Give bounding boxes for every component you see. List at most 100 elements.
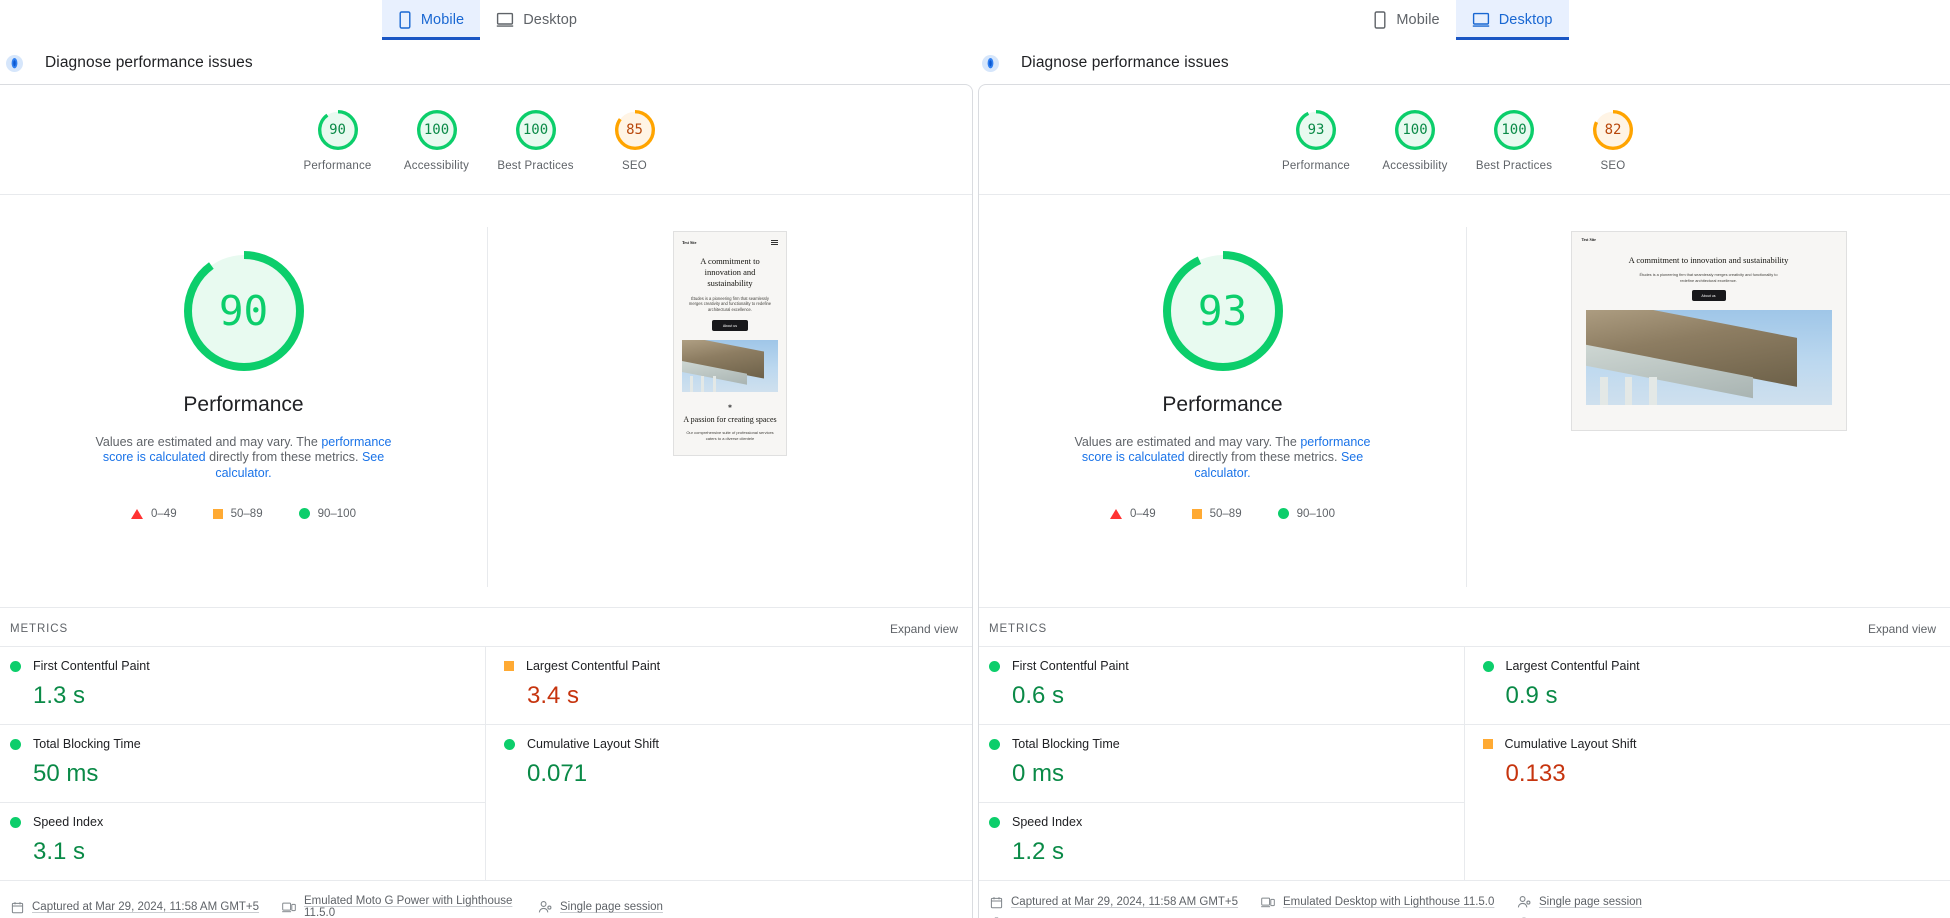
gauge-ring: 82 [1593, 110, 1633, 150]
report-footer: Captured at Mar 29, 2024, 11:58 AM GMT+5… [0, 880, 972, 918]
performance-score: 93 [1197, 287, 1248, 335]
thumbnail-body-2: Our comprehensive suite of professional … [686, 430, 774, 442]
tab-mobile[interactable]: Mobile [1357, 0, 1455, 40]
legend-label: 50–89 [230, 507, 263, 520]
gauge-ring: 93 [1296, 110, 1336, 150]
gauge-label: SEO [1600, 160, 1626, 172]
score-gauge-seo[interactable]: 82 SEO [1564, 110, 1663, 172]
metrics-column-left: First Contentful Paint 0.6 s Total Block… [979, 646, 1465, 880]
metrics-header: METRICS Expand view [979, 608, 1950, 646]
footer-text: Emulated Desktop with Lighthouse 11.5.0 [1283, 896, 1495, 908]
expand-view-button[interactable]: Expand view [890, 622, 958, 636]
score-gauge-best-practices[interactable]: 100 Best Practices [1465, 110, 1564, 172]
metric-value: 0.133 [1505, 760, 1566, 787]
expand-view-button[interactable]: Expand view [1868, 622, 1936, 636]
tab-label: Mobile [1396, 12, 1440, 28]
performance-title: Performance [1162, 393, 1283, 416]
metric-item[interactable]: Total Blocking Time 0 ms [979, 724, 1464, 802]
score-gauge-performance[interactable]: 90 Performance [288, 110, 387, 172]
footer-text: Single page session [1539, 896, 1642, 908]
metric-name: Largest Contentful Paint [526, 659, 661, 673]
footer-row: Captured at Mar 29, 2024, 11:58 AM GMT+5… [989, 891, 1950, 913]
footer-item[interactable]: Single page session [538, 891, 972, 918]
gauge-ring: 85 [614, 110, 655, 150]
footer-text: Captured at Mar 29, 2024, 11:58 AM GMT+5 [32, 901, 260, 913]
footer-item[interactable]: Captured at Mar 29, 2024, 11:58 AM GMT+5 [10, 891, 282, 918]
footer-item[interactable]: Using HeadlessChromium 122.0.6261.94 wit… [1517, 913, 1950, 918]
metric-item[interactable]: First Contentful Paint 0.6 s [979, 646, 1464, 724]
tab-mobile[interactable]: Mobile [381, 0, 481, 40]
gauge-label: Accessibility [403, 160, 470, 172]
metric-item[interactable]: Cumulative Layout Shift 0.133 [1464, 724, 1950, 802]
thumbnail-body: Études is a pioneering firm that seamles… [1639, 272, 1778, 283]
gauge-score: 85 [626, 122, 643, 138]
report-panel-desktop: Mobile Desktop Diagnose performance issu… [975, 0, 1950, 918]
thumbnail-cta-button: About us [1691, 290, 1726, 302]
score-gauge-accessibility[interactable]: 100 Accessibility [387, 110, 486, 172]
metric-value: 0.071 [527, 760, 588, 787]
metric-value: 0 ms [1012, 760, 1065, 787]
metric-value: 0.6 s [1012, 682, 1065, 709]
metric-name: Cumulative Layout Shift [527, 737, 660, 751]
score-gauge-best-practices[interactable]: 100 Best Practices [486, 110, 585, 172]
mobile-phone-icon [398, 11, 412, 29]
tab-desktop[interactable]: Desktop [480, 0, 593, 40]
gauge-ring: 100 [1395, 110, 1435, 150]
metric-name: Cumulative Layout Shift [1504, 737, 1637, 751]
gauge-label: Best Practices [497, 160, 574, 172]
tab-label: Mobile [420, 12, 465, 28]
footer-item[interactable]: Captured at Mar 29, 2024, 11:58 AM GMT+5 [989, 891, 1261, 913]
footer-item[interactable]: Custom throttling [1261, 913, 1517, 918]
metric-item[interactable]: Largest Contentful Paint 3.4 s [486, 646, 972, 724]
score-gauge-performance[interactable]: 93 Performance [1267, 110, 1366, 172]
calendar-icon [989, 895, 1003, 909]
thumbnail-cta-button: About us [712, 320, 748, 332]
performance-gauge: 90 [183, 251, 304, 371]
thumbnail-heading: A commitment to innovation and sustainab… [1628, 255, 1789, 265]
performance-hero: 90 Performance Values are estimated and … [0, 195, 972, 608]
metric-name: First Contentful Paint [1012, 659, 1129, 673]
footer-item[interactable]: Emulated Desktop with Lighthouse 11.5.0 [1261, 891, 1517, 913]
desktop-monitor-icon [496, 12, 514, 28]
diagnose-label: Diagnose performance issues [45, 54, 253, 71]
gauge-score: 90 [329, 122, 346, 138]
category-scores: 90 Performance 100 Accessibility 100 Bes… [0, 85, 972, 195]
performance-description: Values are estimated and may vary. The p… [1058, 435, 1388, 481]
legend-label: 50–89 [1209, 507, 1242, 520]
score-gauge-accessibility[interactable]: 100 Accessibility [1366, 110, 1465, 172]
tab-label: Desktop [523, 12, 578, 28]
legend-label: 0–49 [151, 507, 177, 520]
legend-item: 50–89 [1191, 507, 1242, 520]
page-thumbnail: Test Site A commitment to innovation and… [673, 231, 787, 456]
footer-item[interactable]: Single page session [1517, 891, 1950, 913]
metric-name: Largest Contentful Paint [1505, 659, 1640, 673]
metric-item[interactable]: Cumulative Layout Shift 0.071 [486, 724, 972, 802]
gauge-score: 100 [1402, 122, 1428, 138]
metric-item[interactable]: Largest Contentful Paint 0.9 s [1464, 646, 1950, 724]
footer-item[interactable]: Initial page load [989, 913, 1261, 918]
diagnose-banner[interactable]: Diagnose performance issues [0, 40, 975, 84]
thumbnail-header: Test Site [1572, 232, 1846, 247]
thumbnail-hero-image [1585, 310, 1832, 406]
footer-row: Initial page load Custom throttling Usin… [989, 913, 1950, 918]
metric-name: Speed Index [33, 815, 104, 829]
gauge-label: SEO [622, 160, 647, 172]
metric-item[interactable]: Speed Index 1.2 s [979, 802, 1464, 880]
metric-item[interactable]: Speed Index 3.1 s [0, 802, 485, 880]
diagnose-banner[interactable]: Diagnose performance issues [976, 40, 1950, 84]
metric-item[interactable]: First Contentful Paint 1.3 s [0, 646, 485, 724]
footer-item[interactable]: Emulated Moto G Power with Lighthouse 11… [282, 891, 538, 918]
category-scores: 93 Performance 100 Accessibility 100 Bes… [979, 85, 1950, 195]
metric-item[interactable]: Total Blocking Time 50 ms [0, 724, 485, 802]
score-gauge-seo[interactable]: 85 SEO [585, 110, 684, 172]
score-legend: 0–49 50–89 90–100 [131, 508, 356, 520]
metric-value: 1.2 s [1012, 838, 1065, 865]
report-footer: Captured at Mar 29, 2024, 11:58 AM GMT+5… [979, 880, 1950, 918]
gauge-score: 93 [1307, 122, 1325, 138]
legend-label: 90–100 [1296, 507, 1335, 520]
score-legend: 0–49 50–89 90–100 [1110, 508, 1335, 520]
metric-name: Total Blocking Time [1012, 737, 1120, 751]
metrics-title: METRICS [989, 623, 1048, 635]
tab-desktop[interactable]: Desktop [1455, 0, 1569, 40]
desktop-monitor-icon [1472, 12, 1490, 28]
